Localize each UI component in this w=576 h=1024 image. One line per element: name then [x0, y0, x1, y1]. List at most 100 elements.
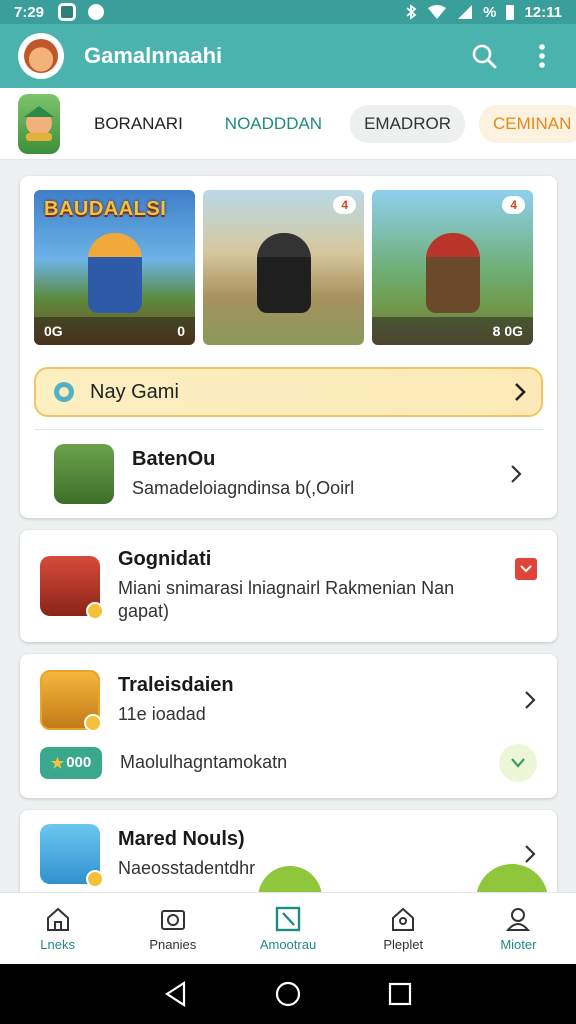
gear-icon: [54, 382, 74, 402]
thumb-badge: 4: [333, 196, 356, 214]
recents-icon[interactable]: [388, 982, 412, 1006]
notification-icon: [58, 3, 77, 21]
list-item-subtitle: Samadeloiagndinsa b(,Ooirl: [132, 477, 355, 498]
list-card: Gognidati Miani snimarasi lniagnairl Rak…: [20, 530, 557, 642]
list-item[interactable]: Traleisdaien 11e ioadad: [20, 654, 557, 744]
more-menu-button[interactable]: [526, 40, 558, 72]
checkbox[interactable]: [515, 558, 537, 580]
game-logo-icon: [24, 105, 54, 141]
wifi-icon: [428, 5, 447, 19]
list-item-title: Mared Nouls): [118, 827, 245, 850]
featured-card: BAUDAALSI 0G 0 4 4 8 0G Nay Gami BatenOu…: [20, 176, 557, 518]
bluetooth-icon: [406, 4, 417, 20]
thumb-footer-right: 8 0G: [492, 323, 523, 339]
list-item-subtitle: 11e ioadad: [118, 703, 206, 724]
app-title: Gamalnnaahi: [84, 43, 223, 68]
list-item[interactable]: BatenOu Samadeloiagndinsa b(,Ooirl: [34, 430, 543, 518]
chevron-right-icon: [515, 383, 526, 401]
category-tab-3[interactable]: EMADROR: [350, 104, 465, 143]
category-tab-4[interactable]: CEMINAN: [479, 104, 576, 143]
nav-item-profile[interactable]: Mioter: [461, 893, 576, 964]
expand-button[interactable]: [499, 743, 537, 782]
search-button[interactable]: [468, 40, 500, 72]
camera-icon: [160, 910, 185, 930]
check-icon: [520, 565, 532, 573]
viking-character: [425, 233, 480, 313]
edit-icon: [275, 906, 301, 932]
home-circle-icon[interactable]: [275, 981, 301, 1007]
thumb-footer: 8 0G: [372, 317, 533, 345]
category-strip: BORANARI NOADDDAN EMADROR CEMINAN: [0, 88, 576, 160]
system-nav-bar: [0, 964, 576, 1024]
thumb-footer-left: 0G: [44, 323, 63, 339]
chevron-right-icon: [525, 845, 536, 863]
ninja-character: [256, 233, 311, 313]
chevron-right-icon: [525, 691, 536, 709]
category-logo[interactable]: [18, 93, 60, 154]
list-item-subtitle: Miani snimarasi lniagnairl Rakmenian Nan…: [118, 578, 455, 622]
status-right: % 12:11: [405, 4, 562, 21]
list-item-title: Traleisdaien: [118, 673, 234, 696]
chevron-down-icon: [511, 758, 525, 768]
nav-item-photos[interactable]: Pnanies: [115, 893, 230, 964]
search-icon: [472, 44, 497, 69]
thumb-footer-right: 0: [177, 323, 185, 339]
battery-text: %: [483, 3, 497, 21]
nav-label: Mioter: [500, 937, 537, 952]
status-time: 7:29: [14, 3, 45, 21]
thumb-title: BAUDAALSI: [44, 198, 167, 220]
count-label: 000: [66, 754, 92, 772]
back-icon[interactable]: [164, 981, 188, 1007]
extra-row: ★ 000 Maolulhagntamokatn: [20, 743, 557, 798]
game-icon-3: [40, 669, 102, 732]
category-tab-1[interactable]: BORANARI: [80, 105, 197, 143]
star-icon: ★: [50, 754, 65, 772]
home-icon: [46, 907, 69, 931]
house-icon: [392, 907, 415, 931]
thumb-badge: 4: [502, 196, 525, 214]
count-badge: ★ 000: [40, 746, 102, 779]
more-vert-icon: [539, 44, 545, 68]
profile-icon: [506, 908, 531, 931]
coin-icon: [86, 601, 104, 620]
featured-thumb-3[interactable]: 4 8 0G: [372, 190, 533, 345]
category-tabs: BORANARI NOADDDAN EMADROR CEMINAN: [80, 104, 576, 143]
nav-label: Amootrau: [259, 937, 317, 952]
app-bar: Gamalnnaahi: [0, 24, 576, 88]
nav-item-edit[interactable]: Amootrau: [230, 893, 345, 964]
play-game-banner[interactable]: Nay Gami: [34, 367, 543, 417]
app-actions: [468, 40, 558, 72]
nav-label: Lneks: [40, 937, 75, 952]
list-item[interactable]: Gognidati Miani snimarasi lniagnairl Rak…: [20, 530, 557, 642]
list-item-title: Gognidati: [118, 548, 212, 570]
category-tab-2[interactable]: NOADDDAN: [211, 105, 336, 143]
battery-icon: [506, 4, 515, 20]
signal-icon: [458, 5, 473, 19]
status-bar: 7:29 % 12:11: [0, 0, 576, 24]
hero-character: [87, 233, 142, 313]
bottom-nav: Lneks Pnanies Amootrau Pleplet Mioter: [0, 892, 576, 964]
list-item-title: BatenOu: [132, 447, 216, 470]
avatar-face-icon: [24, 39, 58, 73]
nav-label: Pnanies: [149, 937, 197, 952]
thumb-footer: 0G 0: [34, 317, 195, 345]
list-card: Traleisdaien 11e ioadad ★ 000 Maolulhagn…: [20, 653, 557, 798]
status-clock: 12:11: [524, 3, 562, 21]
notification-icon-2: [88, 4, 105, 20]
chevron-right-icon: [511, 465, 522, 483]
banner-label: Nay Gami: [90, 380, 179, 403]
featured-thumbnails: BAUDAALSI 0G 0 4 4 8 0G: [34, 190, 543, 345]
featured-thumb-1[interactable]: BAUDAALSI 0G 0: [34, 190, 195, 345]
game-icon-4: [40, 823, 104, 888]
nav-label: Pleplet: [383, 937, 424, 952]
coin-icon: [84, 713, 102, 732]
coin-icon: [86, 869, 104, 888]
featured-thumb-2[interactable]: 4: [203, 190, 364, 345]
game-icon-2: [40, 555, 104, 620]
nav-item-home[interactable]: Lneks: [0, 893, 115, 964]
nav-item-places[interactable]: Pleplet: [346, 893, 461, 964]
extra-text: Maolulhagntamokatn: [120, 752, 288, 773]
main-content: BAUDAALSI 0G 0 4 4 8 0G Nay Gami BatenOu…: [20, 176, 557, 910]
game-icon-1: [54, 444, 114, 504]
avatar[interactable]: [18, 33, 64, 79]
